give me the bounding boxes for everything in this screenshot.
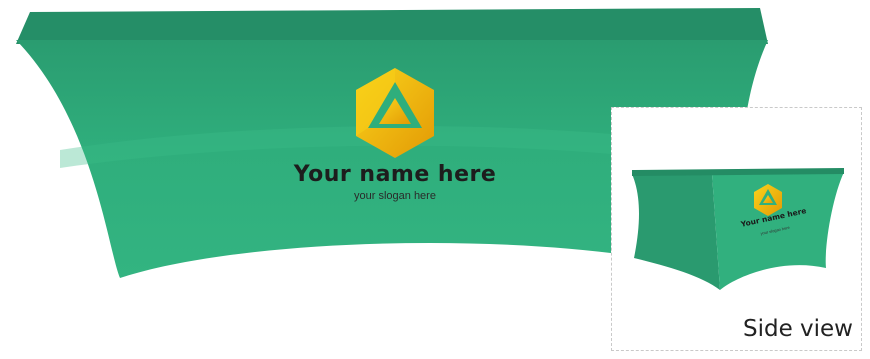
side-left-face <box>632 174 720 290</box>
cover-slogan-text: your slogan here <box>354 190 436 202</box>
product-preview: Your name here your slogan here Your nam… <box>0 0 870 354</box>
cover-name-text: Your name here <box>293 162 497 187</box>
side-view-caption: Side view <box>742 316 853 342</box>
side-view-panel: Your name here your slogan here Side vie… <box>611 107 862 351</box>
table-top <box>16 8 768 44</box>
side-view-table-cover <box>632 168 844 290</box>
